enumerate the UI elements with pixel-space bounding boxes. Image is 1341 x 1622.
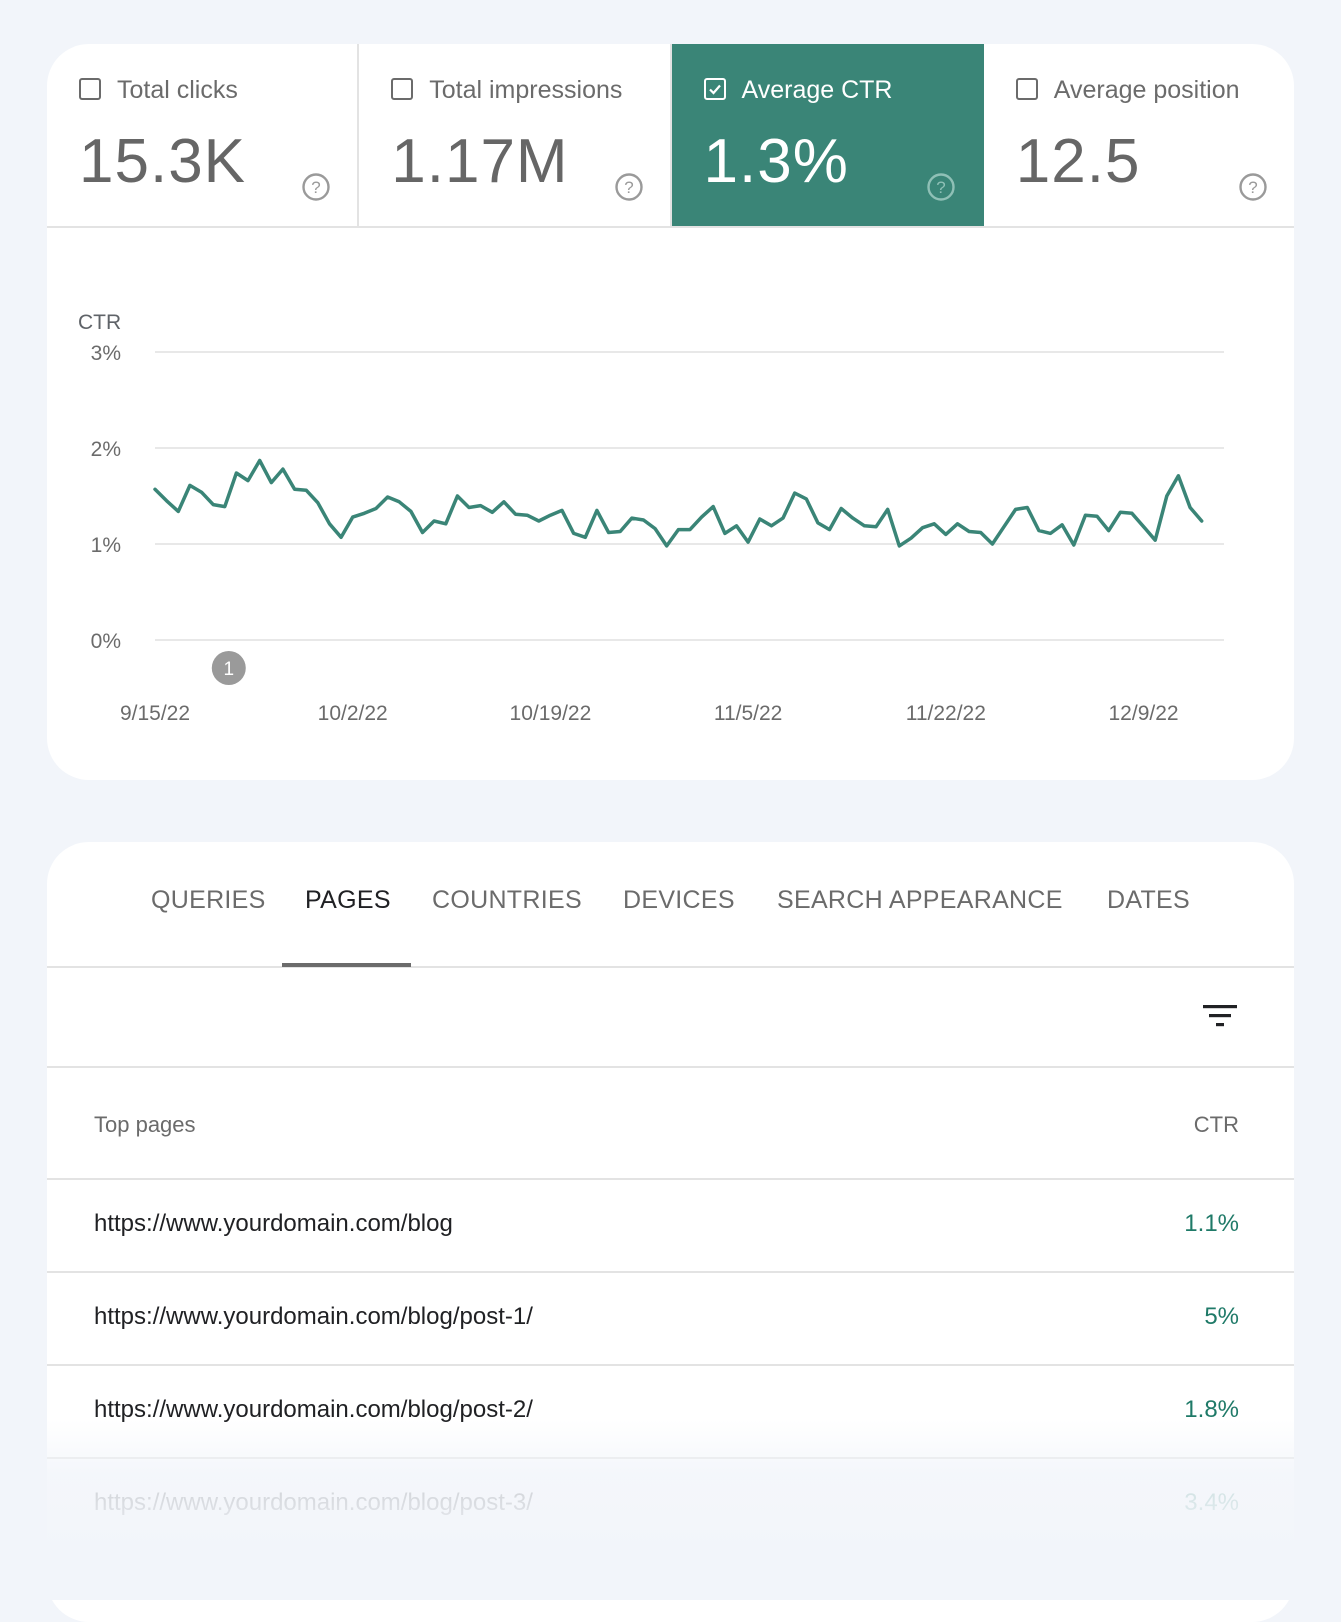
tab-dates[interactable]: DATES — [1107, 886, 1190, 915]
metric-label: Total clicks — [117, 76, 238, 104]
page-url[interactable]: https://www.yourdomain.com/blog/post-2/ — [94, 1396, 533, 1424]
tab-devices[interactable]: DEVICES — [623, 886, 735, 915]
metric-total-clicks[interactable]: Total clicks 15.3K ? — [47, 44, 360, 226]
metric-average-ctr[interactable]: Average CTR 1.3% ? — [671, 44, 984, 226]
table-toolbar — [47, 968, 1294, 1068]
help-circle-icon[interactable]: ? — [301, 172, 331, 202]
tab-countries[interactable]: COUNTRIES — [432, 886, 582, 915]
page-ctr: 1.8% — [1184, 1396, 1239, 1423]
metric-tiles: Total clicks 15.3K ? Total impressions 1… — [47, 44, 1294, 228]
checkbox-icon[interactable] — [79, 78, 101, 100]
active-tab-indicator — [282, 963, 411, 967]
y-tick-label: 3% — [91, 342, 121, 365]
table-row[interactable]: https://www.yourdomain.com/blog/post-2/ … — [47, 1366, 1294, 1459]
table-row[interactable]: https://www.yourdomain.com/blog 1.1% — [47, 1180, 1294, 1273]
x-tick-label: 12/9/22 — [1109, 702, 1179, 725]
ctr-line-chart: CTR 3% 2% 1% 0% 1 9/15/22 10/2/22 10/19/22 11/… — [78, 311, 1224, 725]
help-circle-icon[interactable]: ? — [614, 172, 644, 202]
annotation-marker[interactable]: 1 — [211, 651, 246, 685]
y-tick-label: 0% — [91, 630, 121, 653]
page-url[interactable]: https://www.yourdomain.com/blog/post-1/ — [94, 1303, 533, 1331]
page-url[interactable]: https://www.yourdomain.com/blog — [94, 1210, 453, 1238]
x-tick-label: 9/15/22 — [120, 702, 190, 725]
metric-label: Total impressions — [429, 76, 623, 104]
x-tick-label: 11/5/22 — [714, 702, 783, 725]
annotation-label: 1 — [223, 659, 234, 680]
tab-search-appearance[interactable]: SEARCH APPEARANCE — [777, 886, 1063, 915]
column-header-ctr[interactable]: CTR — [1194, 1112, 1239, 1138]
metric-label: Average CTR — [741, 76, 893, 104]
page-url[interactable]: https://www.yourdomain.com/blog/post-3/ — [94, 1489, 533, 1517]
metric-total-impressions[interactable]: Total impressions 1.17M ? — [359, 44, 672, 226]
svg-text:?: ? — [1248, 178, 1257, 197]
x-tick-label: 10/2/22 — [318, 702, 388, 725]
filter-list-icon[interactable] — [1200, 998, 1240, 1034]
page-ctr: 5% — [1204, 1303, 1239, 1330]
table-header: Top pages CTR — [47, 1068, 1294, 1180]
x-tick-label: 10/19/22 — [510, 702, 592, 725]
metric-value: 12.5 — [1015, 127, 1141, 196]
column-header-top-pages[interactable]: Top pages — [94, 1112, 196, 1138]
table-row[interactable]: https://www.yourdomain.com/blog/post-3/ … — [47, 1459, 1294, 1552]
table-row[interactable]: https://www.yourdomain.com/blog/post-1/ … — [47, 1273, 1294, 1366]
metric-average-position[interactable]: Average position 12.5 ? — [984, 44, 1294, 226]
checkbox-icon[interactable] — [1015, 78, 1038, 100]
dimension-tabs: QUERIES PAGES COUNTRIES DEVICES SEARCH A… — [47, 842, 1294, 968]
y-tick-label: 1% — [91, 534, 121, 557]
y-tick-label: 2% — [91, 438, 121, 461]
svg-text:?: ? — [624, 178, 633, 197]
dimensions-card: QUERIES PAGES COUNTRIES DEVICES SEARCH A… — [47, 842, 1294, 1622]
tab-pages[interactable]: PAGES — [305, 886, 391, 915]
y-axis-title: CTR — [78, 311, 121, 334]
checkbox-icon[interactable] — [391, 78, 414, 100]
tab-queries[interactable]: QUERIES — [151, 886, 266, 915]
help-circle-icon[interactable]: ? — [926, 172, 956, 202]
svg-text:?: ? — [312, 178, 321, 197]
svg-text:?: ? — [936, 178, 945, 197]
x-tick-label: 11/22/22 — [906, 702, 986, 725]
page-ctr: 3.4% — [1184, 1489, 1239, 1516]
help-circle-icon[interactable]: ? — [1238, 172, 1268, 202]
ctr-series-line — [153, 458, 1204, 548]
checkbox-checked-icon[interactable] — [703, 78, 726, 100]
performance-card: Total clicks 15.3K ? Total impressions 1… — [47, 44, 1294, 780]
table-body: https://www.yourdomain.com/blog 1.1% htt… — [47, 1180, 1294, 1552]
metric-value: 15.3K — [79, 127, 247, 196]
metric-value: 1.3% — [703, 127, 849, 196]
page-ctr: 1.1% — [1184, 1210, 1239, 1237]
metric-label: Average position — [1053, 76, 1240, 104]
metric-value: 1.17M — [391, 127, 569, 196]
